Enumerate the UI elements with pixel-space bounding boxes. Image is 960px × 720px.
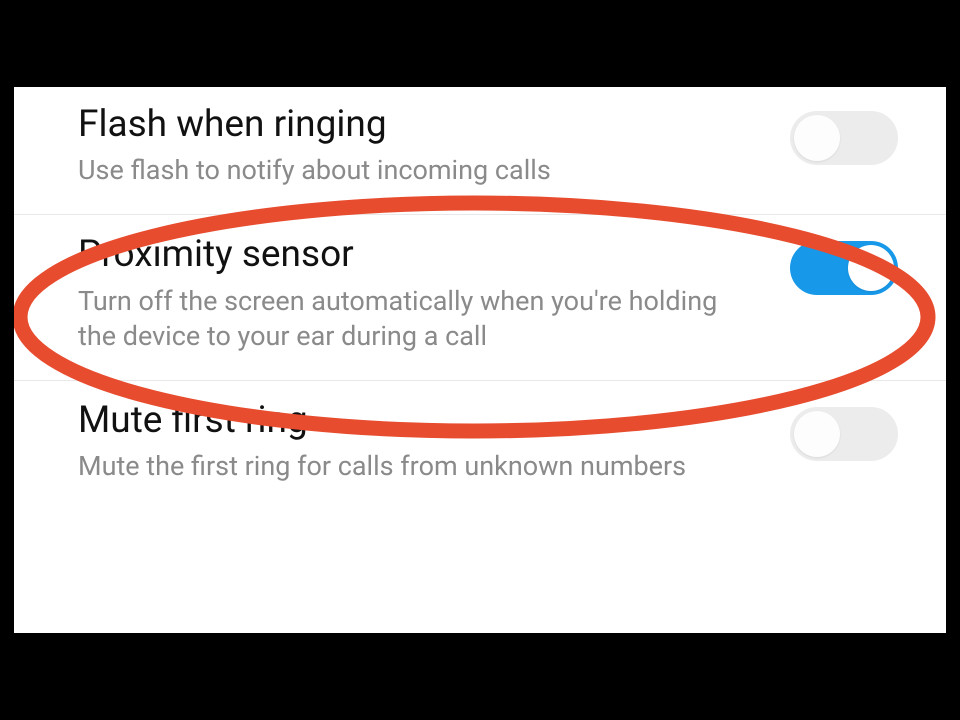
- setting-row-proximity-sensor[interactable]: Proximity sensor Turn off the screen aut…: [14, 215, 946, 381]
- toggle-mute-first-ring[interactable]: [790, 407, 898, 461]
- toggle-knob: [794, 115, 840, 161]
- toggle-knob: [794, 411, 840, 457]
- setting-title: Flash when ringing: [78, 103, 760, 147]
- setting-description: Turn off the screen automatically when y…: [78, 284, 760, 354]
- toggle-proximity-sensor[interactable]: [790, 241, 898, 295]
- setting-description: Use flash to notify about incoming calls: [78, 153, 760, 188]
- settings-screen: Flash when ringing Use flash to notify a…: [14, 87, 946, 633]
- settings-list: Flash when ringing Use flash to notify a…: [14, 87, 946, 511]
- setting-title: Mute first ring: [78, 399, 760, 443]
- setting-text: Mute first ring Mute the first ring for …: [78, 399, 790, 484]
- toggle-flash-when-ringing[interactable]: [790, 111, 898, 165]
- setting-text: Proximity sensor Turn off the screen aut…: [78, 233, 790, 354]
- toggle-knob: [848, 245, 894, 291]
- setting-text: Flash when ringing Use flash to notify a…: [78, 103, 790, 188]
- setting-row-flash-when-ringing[interactable]: Flash when ringing Use flash to notify a…: [14, 87, 946, 215]
- setting-title: Proximity sensor: [78, 233, 760, 277]
- setting-row-mute-first-ring[interactable]: Mute first ring Mute the first ring for …: [14, 381, 946, 510]
- setting-description: Mute the first ring for calls from unkno…: [78, 449, 760, 484]
